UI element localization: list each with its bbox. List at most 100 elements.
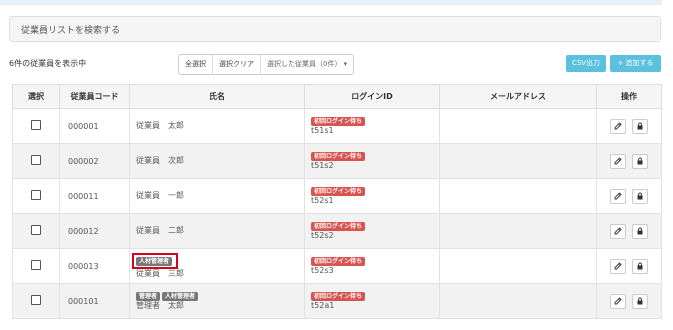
- email-cell: [439, 108, 597, 144]
- email-cell: [439, 178, 597, 214]
- employee-name-cell: 管理者 人材管理者 管理者 太郎: [129, 283, 305, 319]
- selection-button-group: 全選択 選択クリア 選択した従業員（0件） ▾: [178, 54, 355, 75]
- actions-cell: [596, 143, 662, 179]
- login-id-cell: 初回ログイン待ち t51s1: [304, 108, 440, 144]
- header-select: 選択: [12, 84, 60, 109]
- actions-cell: [596, 108, 662, 144]
- result-count: 6件の従業員を表示中: [9, 59, 87, 68]
- login-id: t51s2: [311, 161, 334, 170]
- select-cell: [12, 283, 60, 319]
- employee-name: 従業員 次郎: [136, 156, 184, 165]
- email-cell: [439, 283, 597, 319]
- employee-name: 管理者 太郎: [136, 301, 184, 310]
- employee-code: 000013: [59, 248, 130, 284]
- role-badge: 人材管理者: [162, 292, 199, 301]
- login-id-cell: 初回ログイン待ち t52a1: [304, 283, 440, 319]
- login-id-cell: 初回ログイン待ち t52s3: [304, 248, 440, 284]
- select-cell: [12, 108, 60, 144]
- row-checkbox[interactable]: [31, 190, 41, 200]
- select-cell: [12, 178, 60, 214]
- add-employee-button[interactable]: + 追加する: [610, 55, 661, 72]
- select-cell: [12, 213, 60, 249]
- highlight-box: 人材管理者: [132, 253, 179, 269]
- employee-name: 従業員 太郎: [136, 121, 184, 130]
- top-banner: [0, 0, 662, 5]
- email-cell: [439, 248, 597, 284]
- login-id: t52s1: [311, 196, 334, 205]
- clear-selection-button[interactable]: 選択クリア: [213, 55, 261, 74]
- employee-name: 従業員 一郎: [136, 191, 184, 200]
- employee-name-cell: 人材管理者従業員 三郎: [129, 248, 305, 284]
- role-badge: 管理者: [136, 292, 161, 301]
- employee-code: 000101: [59, 283, 130, 319]
- employee-name-cell: 従業員 一郎: [129, 178, 305, 214]
- employee-table: 選択 従業員コード 氏名 ログインID メールアドレス 操作 000001 従業員…: [12, 84, 662, 319]
- table-row: 000013 人材管理者 従業員 三郎 初回ログイン待ち t52s3: [12, 248, 662, 284]
- table-row: 000002 従業員 次郎 初回ログイン待ち t51s2: [12, 143, 662, 179]
- login-id-cell: 初回ログイン待ち t51s2: [304, 143, 440, 179]
- edit-button[interactable]: [610, 118, 626, 134]
- header-email: メールアドレス: [439, 84, 597, 109]
- edit-button[interactable]: [610, 258, 626, 274]
- select-cell: [12, 143, 60, 179]
- search-panel-title: 従業員リストを検索する: [21, 26, 121, 36]
- status-badge: 初回ログイン待ち: [311, 187, 366, 196]
- edit-button[interactable]: [610, 293, 626, 309]
- table-row: 000101 管理者 人材管理者 管理者 太郎 初回ログイン待ち t52a1: [12, 283, 662, 319]
- select-all-button[interactable]: 全選択: [179, 55, 213, 74]
- row-checkbox[interactable]: [31, 260, 41, 270]
- header-actions: 操作: [596, 84, 662, 109]
- status-badge: 初回ログイン待ち: [311, 292, 366, 301]
- login-id: t52a1: [311, 301, 335, 310]
- status-badge: 初回ログイン待ち: [311, 117, 366, 126]
- lock-button[interactable]: [632, 293, 648, 309]
- lock-button[interactable]: [632, 223, 648, 239]
- actions-cell: [596, 178, 662, 214]
- lock-button[interactable]: [632, 258, 648, 274]
- role-badge: 人材管理者: [136, 257, 173, 266]
- csv-export-button[interactable]: CSV出力: [566, 55, 606, 72]
- edit-button[interactable]: [610, 223, 626, 239]
- employee-name-cell: 従業員 二郎: [129, 213, 305, 249]
- employee-name: 従業員 三郎: [136, 269, 184, 278]
- login-id: t52s2: [311, 231, 334, 240]
- employee-code: 000001: [59, 108, 130, 144]
- header-name: 氏名: [129, 84, 305, 109]
- table-header-row: 選択 従業員コード 氏名 ログインID メールアドレス 操作: [12, 84, 662, 109]
- actions-cell: [596, 248, 662, 284]
- employee-name-cell: 従業員 太郎: [129, 108, 305, 144]
- table-row: 000012 従業員 二郎 初回ログイン待ち t52s2: [12, 213, 662, 249]
- status-badge: 初回ログイン待ち: [311, 222, 366, 231]
- table-row: 000001 従業員 太郎 初回ログイン待ち t51s1: [12, 108, 662, 144]
- select-cell: [12, 248, 60, 284]
- header-login-id: ログインID: [304, 84, 440, 109]
- employee-code: 000012: [59, 213, 130, 249]
- employee-name-cell: 従業員 次郎: [129, 143, 305, 179]
- actions-cell: [596, 283, 662, 319]
- employee-code: 000011: [59, 178, 130, 214]
- login-id-cell: 初回ログイン待ち t52s1: [304, 178, 440, 214]
- email-cell: [439, 143, 597, 179]
- row-checkbox[interactable]: [31, 155, 41, 165]
- actions-cell: [596, 213, 662, 249]
- lock-button[interactable]: [632, 118, 648, 134]
- edit-button[interactable]: [610, 153, 626, 169]
- status-badge: 初回ログイン待ち: [311, 257, 366, 266]
- employee-code: 000002: [59, 143, 130, 179]
- lock-button[interactable]: [632, 153, 648, 169]
- email-cell: [439, 213, 597, 249]
- login-id: t51s1: [311, 126, 334, 135]
- header-code: 従業員コード: [59, 84, 130, 109]
- login-id-cell: 初回ログイン待ち t52s2: [304, 213, 440, 249]
- lock-button[interactable]: [632, 188, 648, 204]
- employee-name: 従業員 二郎: [136, 226, 184, 235]
- row-checkbox[interactable]: [31, 120, 41, 130]
- row-checkbox[interactable]: [31, 225, 41, 235]
- edit-button[interactable]: [610, 188, 626, 204]
- table-row: 000011 従業員 一郎 初回ログイン待ち t52s1: [12, 178, 662, 214]
- selected-employees-dropdown[interactable]: 選択した従業員（0件） ▾: [261, 55, 353, 74]
- search-panel-toggle[interactable]: 従業員リストを検索する: [9, 16, 661, 42]
- row-checkbox[interactable]: [31, 295, 41, 305]
- login-id: t52s3: [311, 266, 334, 275]
- status-badge: 初回ログイン待ち: [311, 152, 366, 161]
